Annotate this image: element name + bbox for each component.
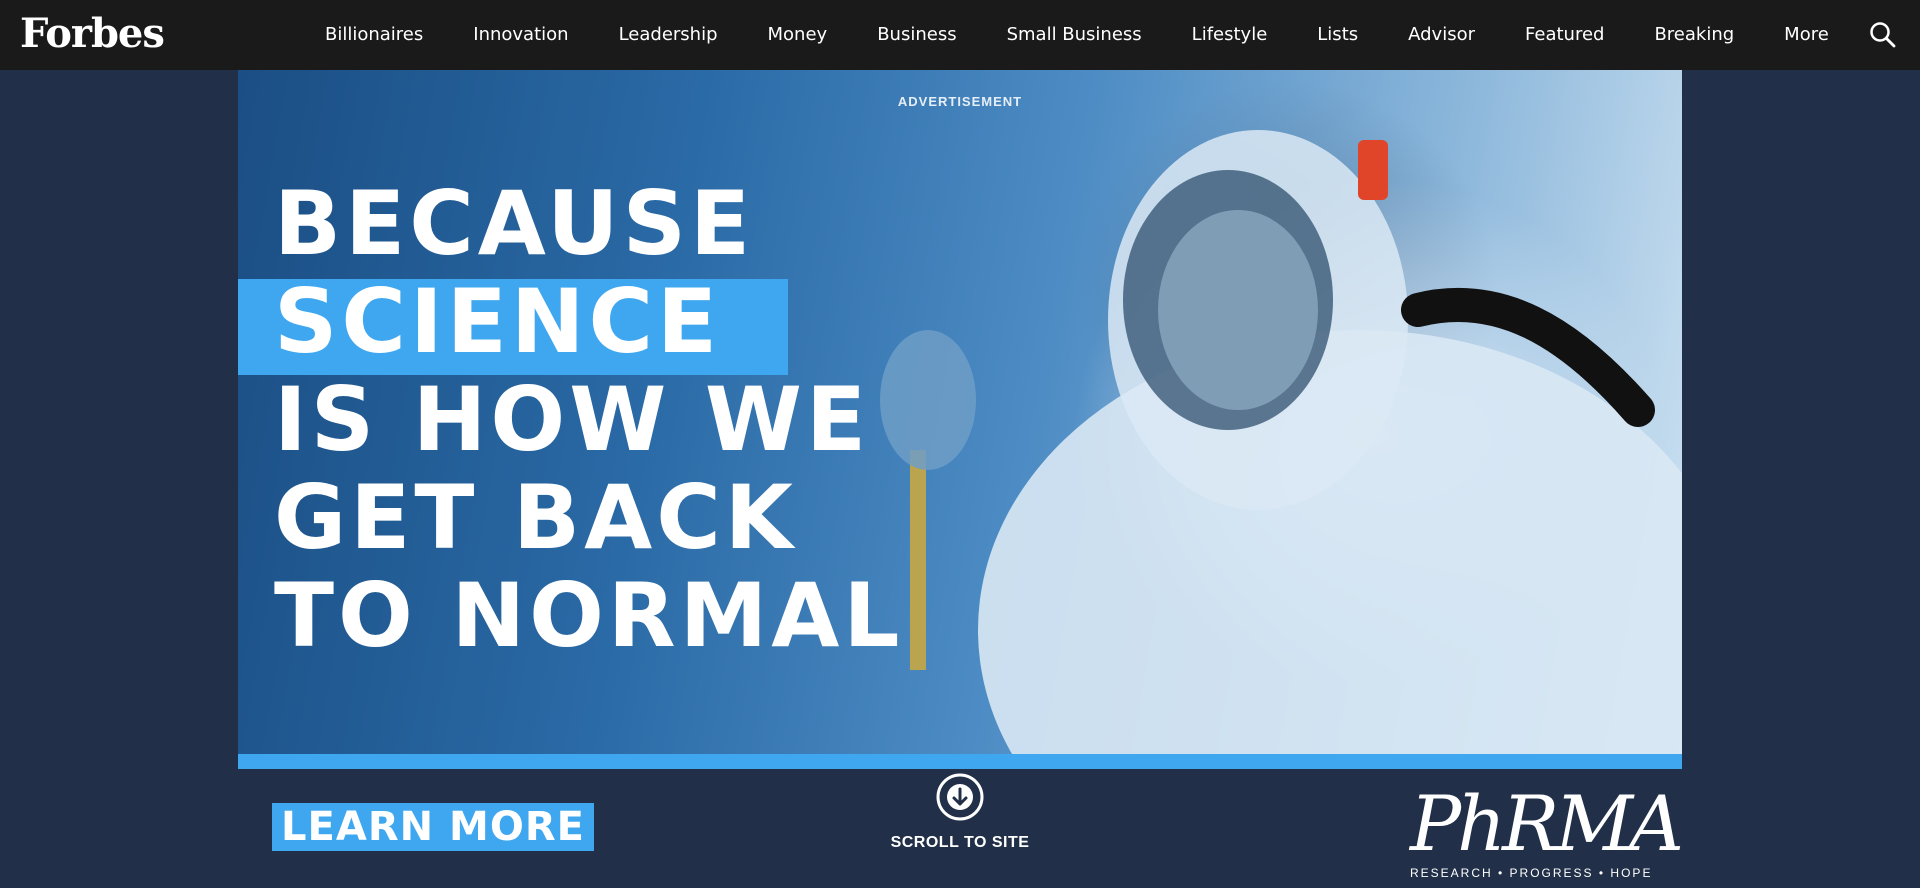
headline-line-5: TO NORMAL xyxy=(274,564,904,667)
search-icon[interactable] xyxy=(1868,20,1898,50)
learn-more-button[interactable]: LEARN MORE xyxy=(272,803,594,851)
phrma-logo[interactable]: PhRMA RESEARCH • PROGRESS • HOPE xyxy=(1410,779,1684,881)
headline-line-4: GET BACK xyxy=(274,466,797,569)
advertisement-banner[interactable]: ADVERTISEMENT BECAUSE SCIENCE IS HOW WE … xyxy=(238,70,1682,770)
nav-featured[interactable]: Featured xyxy=(1500,0,1629,70)
headline-line-2: SCIENCE xyxy=(238,273,903,375)
nav-innovation[interactable]: Innovation xyxy=(448,0,593,70)
top-navigation: Forbes Billionaires Innovation Leadershi… xyxy=(0,0,1920,70)
nav-leadership[interactable]: Leadership xyxy=(594,0,743,70)
nav-lists[interactable]: Lists xyxy=(1292,0,1383,70)
ad-accent-bar xyxy=(238,754,1682,769)
forbes-logo[interactable]: Forbes xyxy=(20,10,165,58)
nav-billionaires[interactable]: Billionaires xyxy=(300,0,448,70)
nav-links: Billionaires Innovation Leadership Money… xyxy=(300,0,1854,70)
nav-more[interactable]: More xyxy=(1759,0,1854,70)
phrma-tagline: RESEARCH • PROGRESS • HOPE xyxy=(1410,866,1653,880)
scroll-to-site-label: SCROLL TO SITE xyxy=(890,834,1030,851)
scroll-to-site-button[interactable]: SCROLL TO SITE xyxy=(880,772,1040,862)
arrow-down-circle-icon xyxy=(936,773,984,821)
nav-money[interactable]: Money xyxy=(743,0,853,70)
ad-image-scientist[interactable]: ADVERTISEMENT BECAUSE SCIENCE IS HOW WE … xyxy=(238,70,1682,754)
headline-line-1: BECAUSE xyxy=(274,172,755,275)
ad-headline: BECAUSE SCIENCE IS HOW WE GET BACK TO NO… xyxy=(238,172,904,667)
phrma-wordmark: PhRMA xyxy=(1410,779,1684,868)
nav-breaking[interactable]: Breaking xyxy=(1629,0,1759,70)
headline-line-3: IS HOW WE xyxy=(274,368,871,471)
nav-business[interactable]: Business xyxy=(852,0,981,70)
nav-small-business[interactable]: Small Business xyxy=(982,0,1167,70)
nav-lifestyle[interactable]: Lifestyle xyxy=(1167,0,1293,70)
nav-advisor[interactable]: Advisor xyxy=(1383,0,1500,70)
